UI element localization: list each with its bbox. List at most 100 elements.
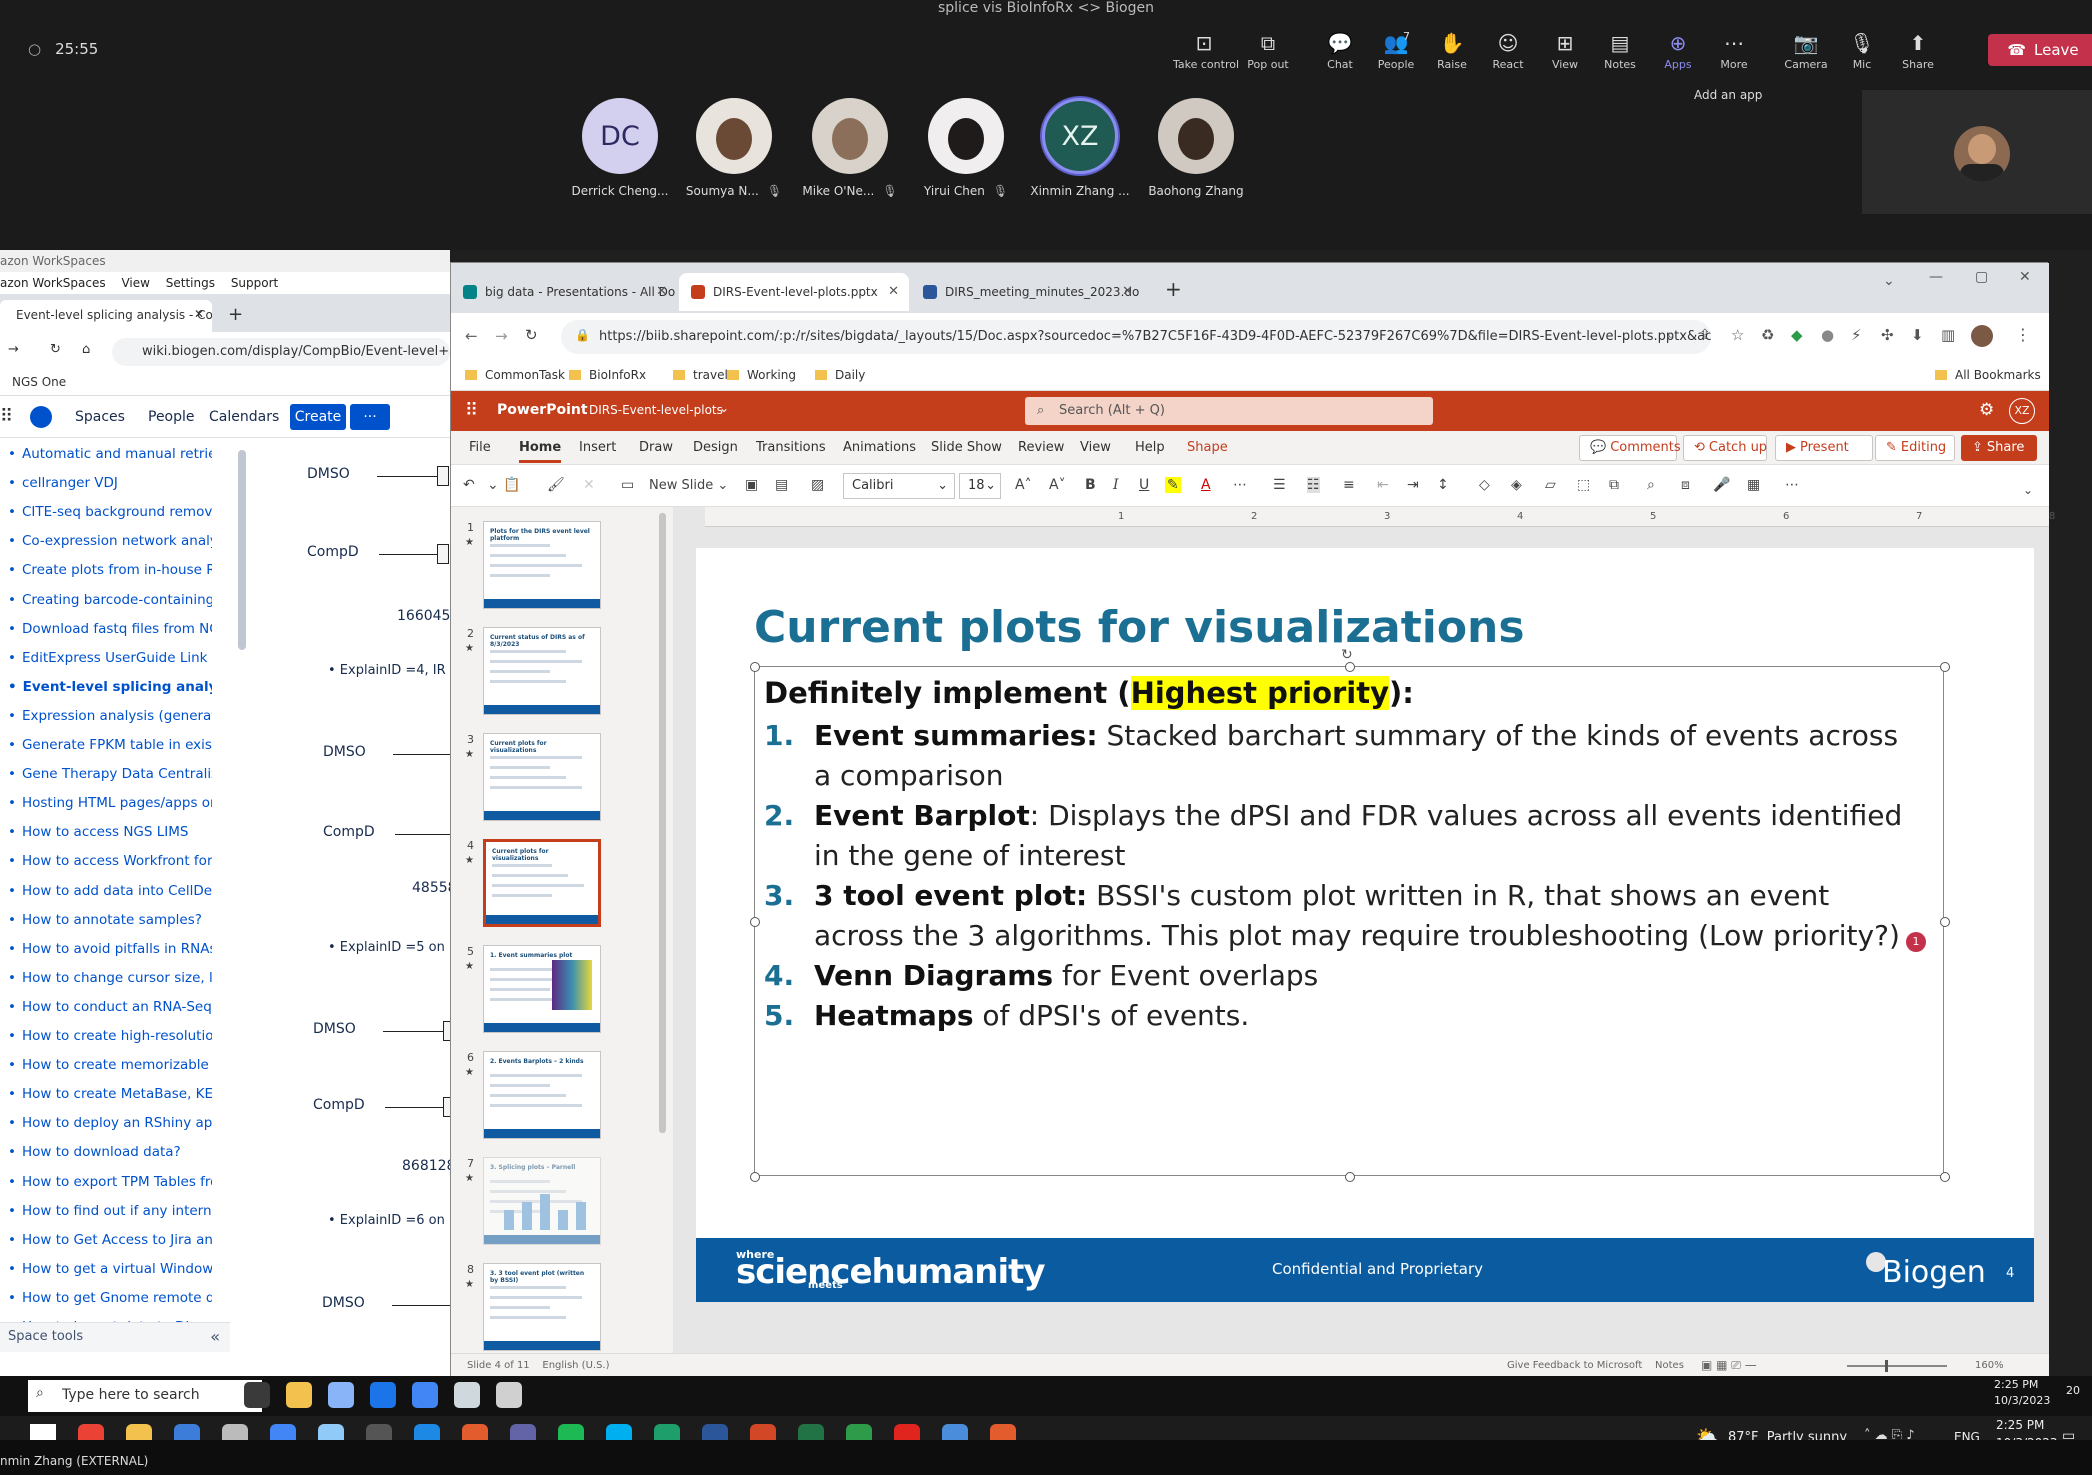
page-tree-link[interactable]: EditExpress UserGuide Link: [8, 650, 212, 666]
participant-tile[interactable]: XZ Xinmin Zhang ...: [1020, 98, 1140, 198]
new-tab-icon[interactable]: +: [1165, 277, 1182, 301]
file-options-icon[interactable]: ⌄: [719, 401, 729, 415]
participant-tile[interactable]: Baohong Zhang: [1136, 98, 1256, 198]
browser-tab[interactable]: big data - Presentations - All Do ✕: [451, 273, 677, 311]
workspace-app-icon[interactable]: [244, 1382, 270, 1408]
bookmark-travel[interactable]: travel: [673, 368, 728, 382]
catch-up-button[interactable]: ⟲ Catch up: [1683, 435, 1767, 461]
slide-4[interactable]: Current plots for visualizations ↻ Defin…: [696, 548, 2034, 1302]
page-tree-link[interactable]: How to add data into CellDepo: [8, 883, 212, 899]
page-tree-link[interactable]: Event-level splicing analysis: [8, 679, 212, 695]
minimize-icon[interactable]: —: [1929, 269, 1943, 285]
resize-handle[interactable]: [750, 917, 760, 927]
shape-effects-icon[interactable]: ⬚: [1577, 477, 1590, 493]
undo-icon[interactable]: ↶: [463, 477, 475, 493]
slide-thumbnail[interactable]: Current plots for visualizations: [483, 733, 601, 821]
taskbar-search[interactable]: ⌕ Type here to search: [28, 1380, 262, 1412]
page-tree-link[interactable]: How to get a virtual Windows P: [8, 1261, 212, 1277]
more-font-icon[interactable]: ⋯: [1233, 477, 1247, 493]
present-button[interactable]: ▶ Present: [1775, 435, 1873, 461]
page-tree-link[interactable]: Expression analysis (generate Q: [8, 708, 212, 724]
font-size-box[interactable]: 18 ⌄: [959, 473, 1001, 499]
menu-settings[interactable]: Settings: [166, 276, 215, 290]
extension-icon[interactable]: ◆: [1791, 326, 1803, 344]
font-name-box[interactable]: Calibri ⌄: [843, 473, 955, 499]
more-options-button[interactable]: ···: [350, 404, 390, 430]
extension-icon[interactable]: ⚡: [1851, 326, 1862, 344]
collapse-icon[interactable]: «: [210, 1327, 220, 1346]
font-color-icon[interactable]: A: [1201, 477, 1211, 493]
tab-design[interactable]: Design: [693, 440, 738, 455]
tab-home[interactable]: Home: [519, 440, 562, 463]
create-button[interactable]: Create: [290, 404, 346, 430]
page-tree-link[interactable]: CITE-seq background removal a: [8, 504, 212, 520]
zoom-slider[interactable]: [1847, 1360, 1947, 1372]
all-bookmarks[interactable]: All Bookmarks: [1935, 368, 2041, 382]
nav-people[interactable]: People: [148, 409, 195, 425]
align-icon[interactable]: ≡: [1343, 477, 1355, 493]
slide-title[interactable]: Current plots for visualizations: [754, 602, 1525, 653]
app-launcher-icon[interactable]: ⠿: [465, 400, 478, 421]
mic-button[interactable]: 🎙 Mic: [1831, 28, 1893, 71]
shrink-font-icon[interactable]: A˅: [1049, 477, 1066, 493]
participant-tile[interactable]: Mike O'Ne... 🎙: [790, 98, 910, 198]
wiki-url-field[interactable]: wiki.biogen.com/display/CompBio/Event-le…: [112, 338, 450, 366]
slide-thumbnail[interactable]: 3. 3 tool event plot (written by BSSI): [483, 1263, 601, 1351]
slide-thumbnail[interactable]: 1. Event summaries plot: [483, 945, 601, 1033]
slide-thumbnail[interactable]: Plots for the DIRS event level platform: [483, 521, 601, 609]
zoom-level[interactable]: 160%: [1975, 1360, 2004, 1371]
page-tree-link[interactable]: How to avoid pitfalls in RNAsec: [8, 941, 212, 957]
plot-list-item[interactable]: 5. Heatmaps of dPSI's of events.: [764, 996, 1904, 1036]
page-tree-link[interactable]: How to conduct an RNA-Seq pc: [8, 999, 212, 1015]
back-icon[interactable]: ←: [465, 327, 478, 345]
page-tree-link[interactable]: cellranger VDJ: [8, 475, 212, 491]
delete-icon[interactable]: ✕: [583, 477, 595, 493]
layout-icon[interactable]: ▤: [775, 477, 788, 493]
italic-icon[interactable]: I: [1113, 477, 1119, 493]
browser-tab[interactable]: DIRS_meeting_minutes_2023.do ✕: [911, 273, 1143, 311]
slide-thumbnail[interactable]: 3. Splicing plots – Parnell: [483, 1157, 601, 1245]
paste-icon[interactable]: 📋: [503, 477, 520, 493]
shape-outline-icon[interactable]: ▱: [1545, 477, 1556, 493]
view-button[interactable]: ⊞ View: [1534, 28, 1596, 71]
tab-view[interactable]: View: [1080, 440, 1111, 455]
slide-thumbnail[interactable]: Current status of DIRS as of 8/3/2023: [483, 627, 601, 715]
plot-list-item[interactable]: 3. 3 tool event plot: BSSI's custom plot …: [764, 876, 1904, 956]
ribbon-collapse-icon[interactable]: ⌄: [2023, 483, 2033, 497]
new-slide-button[interactable]: New Slide ⌄: [649, 478, 728, 493]
bookmark-daily[interactable]: Daily: [815, 368, 865, 382]
arrange-icon[interactable]: ⧉: [1609, 477, 1619, 493]
page-tree-link[interactable]: How to export TPM Tables from: [8, 1174, 212, 1190]
page-tree-link[interactable]: How to access NGS LIMS: [8, 824, 212, 840]
page-tree-link[interactable]: How to deploy an RShiny app c: [8, 1115, 212, 1131]
rotate-handle-icon[interactable]: ↻: [1341, 647, 1353, 663]
designer-icon[interactable]: ⧈: [1681, 477, 1690, 493]
editing-button[interactable]: ✎ Editing: [1875, 435, 1955, 461]
numbering-icon[interactable]: ☷: [1307, 477, 1320, 493]
page-tree-link[interactable]: How to create high-resolution v: [8, 1028, 212, 1044]
workspace-app-icon[interactable]: [412, 1382, 438, 1408]
close-icon[interactable]: ✕: [1122, 284, 1133, 299]
shapes-icon[interactable]: ◇: [1479, 477, 1490, 493]
more-ribbon-icon[interactable]: ⋯: [1785, 477, 1799, 493]
tab-animations[interactable]: Animations: [843, 440, 916, 455]
tab-review[interactable]: Review: [1018, 440, 1064, 455]
page-tree-link[interactable]: How to find out if any internal c: [8, 1203, 212, 1219]
forward-icon[interactable]: →: [495, 327, 508, 345]
reload-icon[interactable]: ↻: [50, 342, 61, 357]
nav-spaces[interactable]: Spaces: [75, 409, 125, 425]
resize-handle[interactable]: [1345, 662, 1355, 672]
dictate-icon[interactable]: 🎤: [1713, 477, 1730, 493]
find-icon[interactable]: ⌕: [1647, 477, 1655, 493]
clock-time[interactable]: 2:25 PM: [1996, 1418, 2044, 1432]
close-icon[interactable]: ✕: [656, 284, 667, 299]
people-button[interactable]: 👥 7 People: [1365, 28, 1427, 71]
slide-thumbnail[interactable]: 2. Events Barplots – 2 kinds: [483, 1051, 601, 1139]
user-avatar[interactable]: XZ: [2009, 398, 2035, 424]
back-icon[interactable]: →: [8, 342, 19, 357]
view-icons[interactable]: ▣ ▦ ⎚ —: [1701, 1358, 1757, 1373]
extension-icon[interactable]: ●: [1821, 326, 1834, 344]
resize-handle[interactable]: [1940, 1172, 1950, 1182]
camera-button[interactable]: 📷 Camera: [1775, 28, 1837, 71]
self-view-video[interactable]: [1862, 90, 2092, 214]
